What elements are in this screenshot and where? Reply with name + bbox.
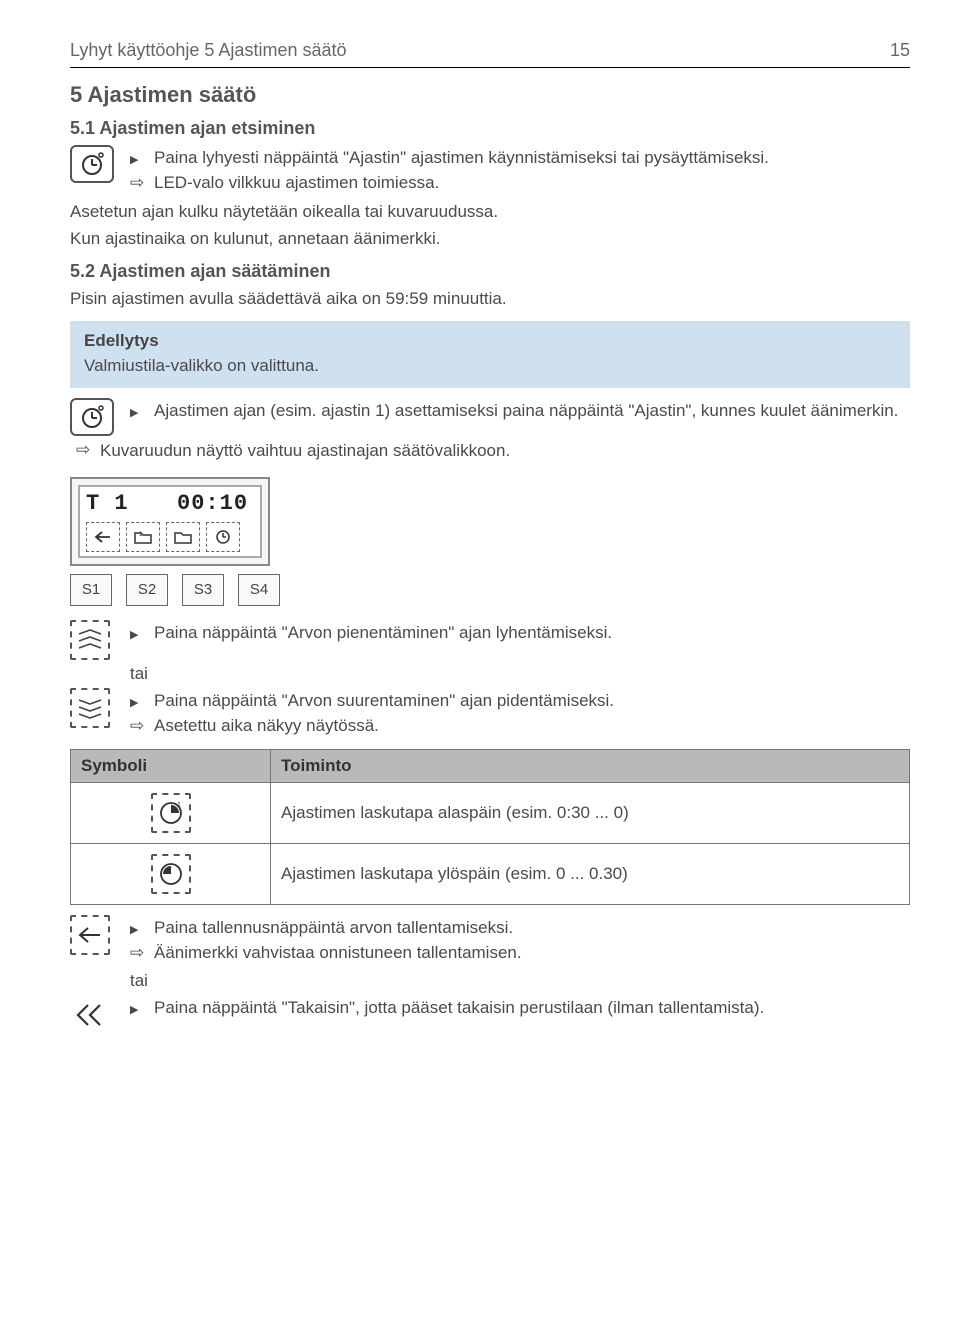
table-header-symbol: Symboli	[71, 750, 271, 783]
subsection-5-1: 5.1 Ajastimen ajan etsiminen	[70, 118, 910, 139]
result-text: Äänimerkki vahvistaa onnistuneen tallent…	[154, 942, 910, 965]
icon-col	[70, 995, 130, 1035]
step-row: Paina tallennusnäppäintä arvon tallentam…	[70, 915, 910, 967]
table-header-function: Toiminto	[271, 750, 910, 783]
bullet-text: Paina näppäintä "Arvon pienentäminen" aj…	[154, 622, 910, 645]
paragraph: Kun ajastinaika on kulunut, annetaan ään…	[70, 228, 910, 251]
clock-small-icon	[206, 522, 240, 552]
intro-5-2: Pisin ajastimen avulla säädettävä aika o…	[70, 288, 910, 311]
s-button[interactable]: S1	[70, 574, 112, 606]
icon-col	[70, 620, 130, 660]
bullet-text: Ajastimen ajan (esim. ajastin 1) asettam…	[154, 400, 910, 423]
step-row: Paina näppäintä "Arvon pienentäminen" aj…	[70, 620, 910, 660]
bullet-icon	[130, 622, 154, 645]
step-row: Paina näppäintä "Takaisin", jotta pääset…	[70, 995, 910, 1035]
result-icon	[70, 440, 100, 460]
prerequisite-box: Edellytys Valmiustila-valikko on valittu…	[70, 321, 910, 388]
paragraph: Asetetun ajan kulku näytetään oikealla t…	[70, 201, 910, 224]
bullet-icon	[130, 147, 154, 170]
subsection-5-2: 5.2 Ajastimen ajan säätäminen	[70, 261, 910, 282]
svg-text:1: 1	[177, 802, 181, 809]
document-page: Lyhyt käyttöohje 5 Ajastimen säätö 15 5 …	[0, 0, 960, 1099]
symbol-cell: 1	[71, 783, 271, 844]
result-text: LED-valo vilkkuu ajastimen toimiessa.	[154, 172, 910, 195]
icon-col	[70, 688, 130, 728]
icon-col	[70, 915, 130, 955]
result-icon	[130, 172, 154, 195]
bullet-text: Paina lyhyesti näppäintä "Ajastin" ajast…	[154, 147, 910, 170]
bullet-icon	[130, 690, 154, 713]
bullet-text: Paina näppäintä "Takaisin", jotta pääset…	[154, 997, 910, 1020]
s-button[interactable]: S3	[182, 574, 224, 606]
page-number: 15	[890, 40, 910, 61]
text-col: Ajastimen ajan (esim. ajastin 1) asettam…	[130, 398, 910, 425]
step-row: Paina lyhyesti näppäintä "Ajastin" ajast…	[70, 145, 910, 197]
table-row: Ajastimen laskutapa ylöspäin (esim. 0 ..…	[71, 844, 910, 905]
text-col: Paina lyhyesti näppäintä "Ajastin" ajast…	[130, 145, 910, 197]
text-col: Paina tallennusnäppäintä arvon tallentam…	[130, 915, 910, 967]
timer-icon	[70, 398, 114, 436]
text-col: Paina näppäintä "Takaisin", jotta pääset…	[130, 995, 910, 1022]
bullet-text: Paina tallennusnäppäintä arvon tallentam…	[154, 917, 910, 940]
lcd-right: 00:10	[177, 491, 248, 516]
lcd-display: T 1 00:10 1	[70, 477, 270, 566]
save-back-icon	[70, 915, 110, 955]
result-text: Asetettu aika näkyy näytössä.	[154, 715, 910, 738]
count-up-icon	[151, 854, 191, 894]
result-text: Kuvaruudun näyttö vaihtuu ajastinajan sä…	[100, 440, 910, 463]
icon-col	[70, 145, 130, 183]
lcd-screen: T 1 00:10 1	[78, 485, 262, 558]
result-icon	[130, 942, 154, 965]
s-button[interactable]: S2	[126, 574, 168, 606]
s-button[interactable]: S4	[238, 574, 280, 606]
text-col: Paina näppäintä "Arvon pienentäminen" aj…	[130, 620, 910, 647]
bullet-icon	[130, 400, 154, 423]
bullet-icon	[130, 997, 154, 1020]
or-label: tai	[130, 664, 910, 684]
bullet-text: Paina näppäintä "Arvon suurentaminen" aj…	[154, 690, 910, 713]
section-title: 5 Ajastimen säätö	[70, 82, 910, 108]
header-left: Lyhyt käyttöohje 5 Ajastimen säätö	[70, 40, 347, 61]
icon-col	[70, 398, 130, 436]
step-row: Ajastimen ajan (esim. ajastin 1) asettam…	[70, 398, 910, 436]
box-text: Valmiustila-valikko on valittuna.	[84, 355, 896, 378]
s-button-row: S1 S2 S3 S4	[70, 574, 910, 606]
count-down-icon: 1	[151, 793, 191, 833]
folder-icon	[166, 522, 200, 552]
lcd-text-row: T 1 00:10	[86, 491, 254, 516]
back-double-icon	[70, 995, 110, 1035]
back-arrow-icon	[86, 522, 120, 552]
symbol-table: Symboli Toiminto 1 Ajastimen laskutapa a…	[70, 749, 910, 905]
page-header: Lyhyt käyttöohje 5 Ajastimen säätö 15	[70, 40, 910, 61]
step-row: Paina näppäintä "Arvon suurentaminen" aj…	[70, 688, 910, 740]
timer-icon	[70, 145, 114, 183]
lcd-left: T 1	[86, 491, 129, 516]
table-row: 1 Ajastimen laskutapa alaspäin (esim. 0:…	[71, 783, 910, 844]
result-icon	[130, 715, 154, 738]
header-rule	[70, 67, 910, 68]
box-title: Edellytys	[84, 331, 896, 351]
folder-down-icon: 1	[126, 522, 160, 552]
increase-value-icon	[70, 688, 110, 728]
or-label: tai	[130, 971, 910, 991]
text-col: Paina näppäintä "Arvon suurentaminen" aj…	[130, 688, 910, 740]
lcd-icons-row: 1	[86, 522, 254, 552]
bullet-icon	[130, 917, 154, 940]
function-cell: Ajastimen laskutapa alaspäin (esim. 0:30…	[271, 783, 910, 844]
decrease-value-icon	[70, 620, 110, 660]
symbol-cell	[71, 844, 271, 905]
function-cell: Ajastimen laskutapa ylöspäin (esim. 0 ..…	[271, 844, 910, 905]
